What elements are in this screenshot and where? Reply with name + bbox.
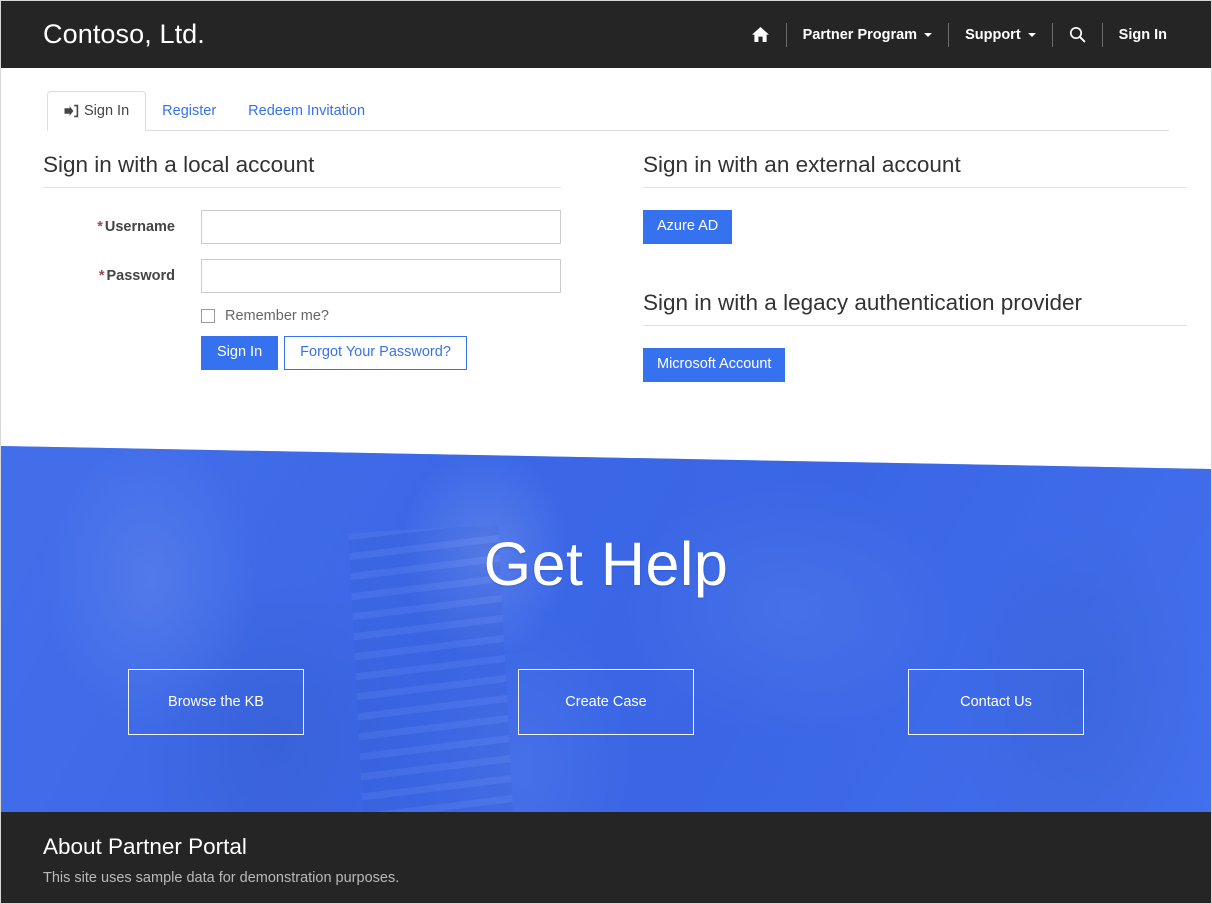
auth-tabs-container: Sign In Register Redeem Invitation [1,68,1211,131]
nav-item-sign-in[interactable]: Sign In [1103,20,1183,50]
remember-me-checkbox[interactable] [201,309,215,323]
microsoft-account-button[interactable]: Microsoft Account [643,347,786,382]
nav-item-support[interactable]: Support [949,20,1052,50]
username-label-text: Username [104,219,175,235]
top-navigation-bar: Contoso, Ltd. Partner Program Support Si… [1,1,1211,68]
legacy-account-title: Sign in with a legacy authentication pro… [643,290,1187,326]
chevron-down-icon [924,32,933,37]
remember-me-label[interactable]: Remember me? [225,308,329,324]
tab-redeem-invitation[interactable]: Redeem Invitation [232,91,381,131]
nav-item-label: Sign In [1118,26,1167,43]
password-input[interactable] [201,259,561,293]
local-account-title: Sign in with a local account [43,152,561,188]
home-icon[interactable] [735,20,786,50]
site-footer: About Partner Portal This site uses samp… [1,812,1211,903]
auth-tabs: Sign In Register Redeem Invitation [47,87,1169,131]
forgot-password-button[interactable]: Forgot Your Password? [284,336,467,370]
hero-button-slot: Create Case [411,669,801,735]
username-label: * Username [43,219,201,235]
brand-logo[interactable]: Contoso, Ltd. [43,21,205,48]
tab-label: Register [162,103,217,119]
page-root: Contoso, Ltd. Partner Program Support Si… [0,0,1212,904]
hero-button-group: Browse the KB Create Case Contact Us [1,669,1211,735]
nav-right-group: Partner Program Support Sign In [735,1,1183,68]
footer-description: This site uses sample data for demonstra… [43,869,400,886]
password-row: * Password [43,259,601,293]
password-label-text: Password [106,268,176,284]
footer-title: About Partner Portal [43,834,247,859]
sign-in-form: * Username * Password Remember me? Sign … [43,210,601,370]
sign-in-button-row: Sign In Forgot Your Password? [201,336,601,370]
sign-in-icon [64,104,79,118]
search-icon[interactable] [1053,20,1102,50]
create-case-button[interactable]: Create Case [518,669,694,735]
nav-item-label: Partner Program [802,26,918,43]
remember-me-row: Remember me? [201,308,601,324]
hero-button-slot: Contact Us [801,669,1191,735]
contact-us-button[interactable]: Contact Us [908,669,1084,735]
main-content: Sign in with a local account * Username *… [1,133,1211,382]
required-marker: * [97,219,103,235]
tab-register[interactable]: Register [146,91,232,131]
tab-label: Redeem Invitation [248,103,366,119]
azure-ad-button[interactable]: Azure AD [643,210,733,244]
external-account-column: Sign in with an external account Azure A… [601,133,1211,382]
username-input[interactable] [201,210,561,244]
hero-banner: Get Help Browse the KB Create Case Conta… [1,446,1211,812]
hero-button-slot: Browse the KB [21,669,411,735]
nav-item-partner-program[interactable]: Partner Program [787,20,948,50]
chevron-down-icon [1027,32,1036,37]
tab-label: Sign In [84,103,130,119]
required-marker: * [98,268,105,284]
hero-content: Get Help [1,446,1211,812]
username-row: * Username [43,210,601,244]
local-account-column: Sign in with a local account * Username *… [1,133,601,382]
external-account-title: Sign in with an external account [643,152,1187,188]
sign-in-button[interactable]: Sign In [201,336,279,370]
tab-sign-in[interactable]: Sign In [47,91,147,131]
nav-item-label: Support [965,26,1021,43]
form-actions: Remember me? Sign In Forgot Your Passwor… [201,308,601,370]
browse-kb-button[interactable]: Browse the KB [128,669,304,735]
password-label: * Password [43,268,201,284]
hero-title: Get Help [483,530,729,598]
